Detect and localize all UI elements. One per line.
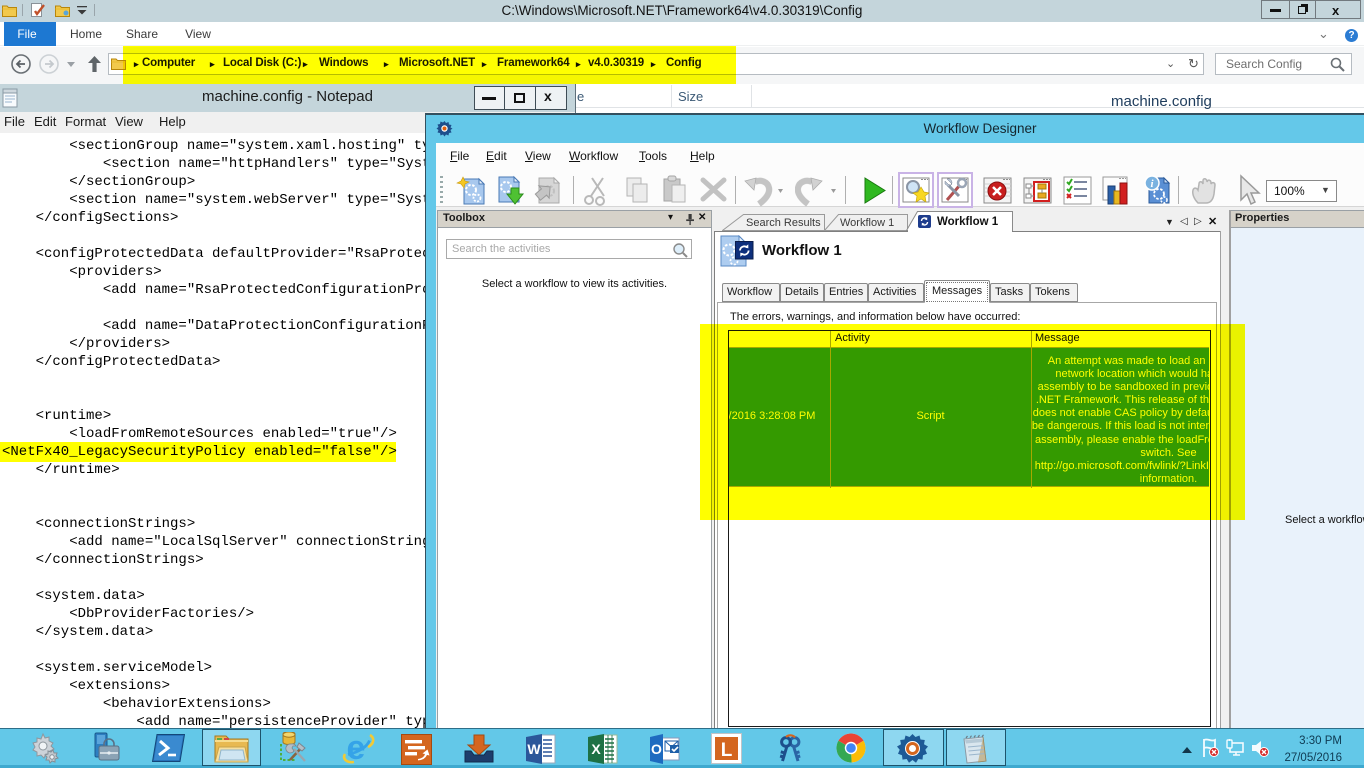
svg-text:O: O — [651, 741, 662, 757]
svg-text:X: X — [591, 741, 601, 757]
svg-text:W: W — [527, 741, 541, 757]
svg-text:L: L — [721, 740, 733, 761]
